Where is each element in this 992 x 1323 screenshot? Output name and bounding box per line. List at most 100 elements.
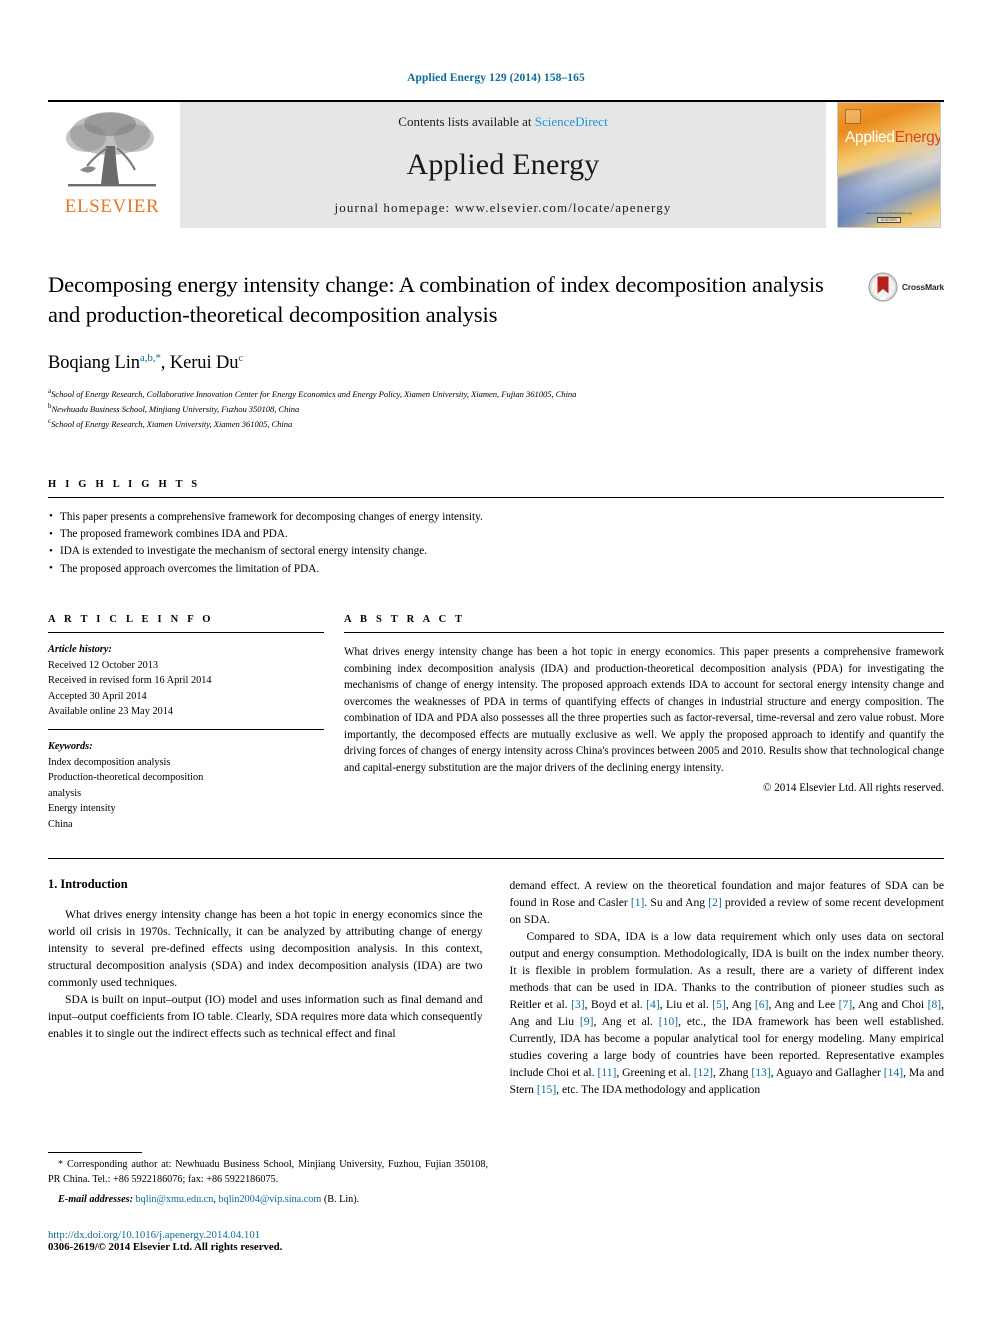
citation-ref[interactable]: [4] [646,998,660,1011]
cover-footer-box: ELSEVIER [877,217,901,223]
article-info-divider [48,632,324,634]
cover-title: AppliedEnergy [845,129,941,147]
citation-ref[interactable]: [8] [928,998,942,1011]
author-list: Boqiang Lina,b,*, Kerui Duc [48,352,824,374]
email-note: E-mail addresses: bqlin@xmu.edu.cn, bqli… [48,1193,488,1208]
journal-cover-cell: AppliedEnergy www.elsevier.com/locate/ap… [834,102,944,228]
author-separator: , [160,353,170,373]
citation-ref[interactable]: [11] [597,1066,616,1079]
citation-ref[interactable]: [3] [571,998,585,1011]
contents-available-line: Contents lists available at ScienceDirec… [398,114,607,130]
footnote-block: * Corresponding author at: Newhuadu Busi… [48,1152,488,1253]
doi-block: http://dx.doi.org/10.1016/j.apenergy.201… [48,1229,488,1253]
info-abstract-section: A R T I C L E I N F O Article history: R… [48,614,944,832]
page-title: Decomposing energy intensity change: A c… [48,272,824,327]
affiliation-text-a: School of Energy Research, Collaborative… [51,388,577,399]
affiliation-text-b: Newhuadu Business School, Minjiang Unive… [51,403,300,414]
keywords-divider [48,729,324,731]
keyword-item: Production-theoretical decomposition [48,772,204,784]
citation-ref[interactable]: [2] [708,896,722,909]
elsevier-tree-icon [66,112,156,187]
elsevier-logo: ELSEVIER [48,102,176,228]
author-name-2[interactable]: Kerui Du [170,353,239,373]
email-link-1[interactable]: bqlin@xmu.edu.cn [136,1194,214,1205]
issn-copyright: 0306-2619/© 2014 Elsevier Ltd. All right… [48,1241,283,1254]
journal-homepage[interactable]: journal homepage: www.elsevier.com/locat… [335,200,672,216]
sciencedirect-link[interactable]: ScienceDirect [535,114,608,129]
journal-masthead: ELSEVIER Contents lists available at Sci… [48,100,944,228]
crossmark-badge[interactable]: CrossMark [840,270,944,431]
affiliation-c: cSchool of Energy Research, Xiamen Unive… [48,416,824,431]
body-column-left: 1. Introduction What drives energy inten… [48,877,483,1098]
citation-ref[interactable]: [9] [580,1015,594,1028]
citation-ref[interactable]: [7] [839,998,853,1011]
keywords-label: Keywords: [48,741,93,753]
corresponding-author-note: * Corresponding author at: Newhuadu Busi… [48,1159,488,1185]
highlights-divider [48,496,944,498]
affiliation-b: bNewhuadu Business School, Minjiang Univ… [48,401,824,416]
title-left-column: Decomposing energy intensity change: A c… [48,270,840,431]
citation-ref[interactable]: [15] [537,1083,556,1096]
citation-ref[interactable]: [13] [751,1066,770,1079]
running-head: Applied Energy 129 (2014) 158–165 [407,72,585,84]
citation-ref[interactable]: [12] [694,1066,713,1079]
body-columns: 1. Introduction What drives energy inten… [48,877,944,1098]
body-top-divider [48,858,944,860]
highlights-label: H I G H L I G H T S [48,478,201,490]
crossmark-label: CrossMark [901,282,944,292]
keyword-item: China [48,818,73,830]
article-history-item: Received 12 October 2013 [48,659,159,671]
article-info-column: A R T I C L E I N F O Article history: R… [48,614,324,832]
citation-ref[interactable]: [5] [712,998,726,1011]
article-history-item: Accepted 30 April 2014 [48,690,147,702]
article-page: Applied Energy 129 (2014) 158–165 ELSEVI… [0,0,992,1323]
elsevier-wordmark: ELSEVIER [64,196,160,217]
citation-ref[interactable]: [1] [631,896,645,909]
keyword-item: analysis [48,787,82,799]
abstract-label: A B S T R A C T [344,614,466,626]
journal-cover-image: AppliedEnergy www.elsevier.com/locate/ap… [837,102,941,228]
abstract-column: A B S T R A C T What drives energy inten… [344,614,944,832]
abstract-divider [344,632,944,634]
footnote-divider [48,1152,142,1153]
article-info-label: A R T I C L E I N F O [48,614,214,626]
highlights-section: H I G H L I G H T S This paper presents … [48,479,944,578]
doi-link[interactable]: http://dx.doi.org/10.1016/j.apenergy.201… [48,1229,488,1241]
section-heading-introduction: 1. Introduction [48,877,128,892]
affiliation-text-c: School of Energy Research, Xiamen Univer… [51,418,293,429]
title-block: Decomposing energy intensity change: A c… [48,270,944,431]
cover-footer: www.elsevier.com/locate/apenergy ELSEVIE… [838,211,940,223]
abstract-text: What drives energy intensity change has … [344,646,944,774]
article-history-label: Article history: [48,644,112,656]
journal-title: Applied Energy [406,148,600,181]
article-history-block: Article history: Received 12 October 201… [48,642,324,719]
cover-title-energy: Energy [894,129,941,146]
contents-prefix: Contents lists available at [398,114,535,129]
affiliation-a: aSchool of Energy Research, Collaborativ… [48,386,824,401]
affiliation-list: aSchool of Energy Research, Collaborativ… [48,386,824,431]
citation-ref[interactable]: [14] [884,1066,903,1079]
email-label: E-mail addresses: [58,1193,133,1205]
cover-title-applied: Applied [845,129,895,146]
highlight-item: This paper presents a comprehensive fram… [48,508,944,526]
highlights-list: This paper presents a comprehensive fram… [48,508,944,578]
keyword-item: Energy intensity [48,803,116,815]
highlight-item: IDA is extended to investigate the mecha… [48,543,944,560]
crossmark-icon [868,272,898,302]
body-paragraph: Compared to SDA, IDA is a low data requi… [509,930,945,1097]
email-link-2[interactable]: bqlin2004@vip.sina.com [219,1194,322,1205]
body-column-right: demand effect. A review on the theoretic… [510,877,945,1098]
contents-banner: Contents lists available at ScienceDirec… [180,102,826,228]
abstract-copyright: © 2014 Elsevier Ltd. All rights reserved… [763,782,944,795]
citation-ref[interactable]: [10] [659,1015,678,1028]
body-paragraph: SDA is built on input–output (IO) model … [48,993,483,1041]
article-history-item: Available online 23 May 2014 [48,705,174,717]
keywords-block: Keywords: Index decomposition analysis P… [48,739,324,832]
cover-elsevier-icon [845,109,861,124]
highlight-item: The proposed approach overcomes the limi… [48,560,944,578]
author-affiliation-marker-2: c [238,351,244,364]
citation-ref[interactable]: [6] [755,998,769,1011]
email-suffix: (B. Lin). [323,1193,360,1205]
keyword-item: Index decomposition analysis [48,756,171,768]
author-name-1[interactable]: Boqiang Lin [48,353,140,373]
